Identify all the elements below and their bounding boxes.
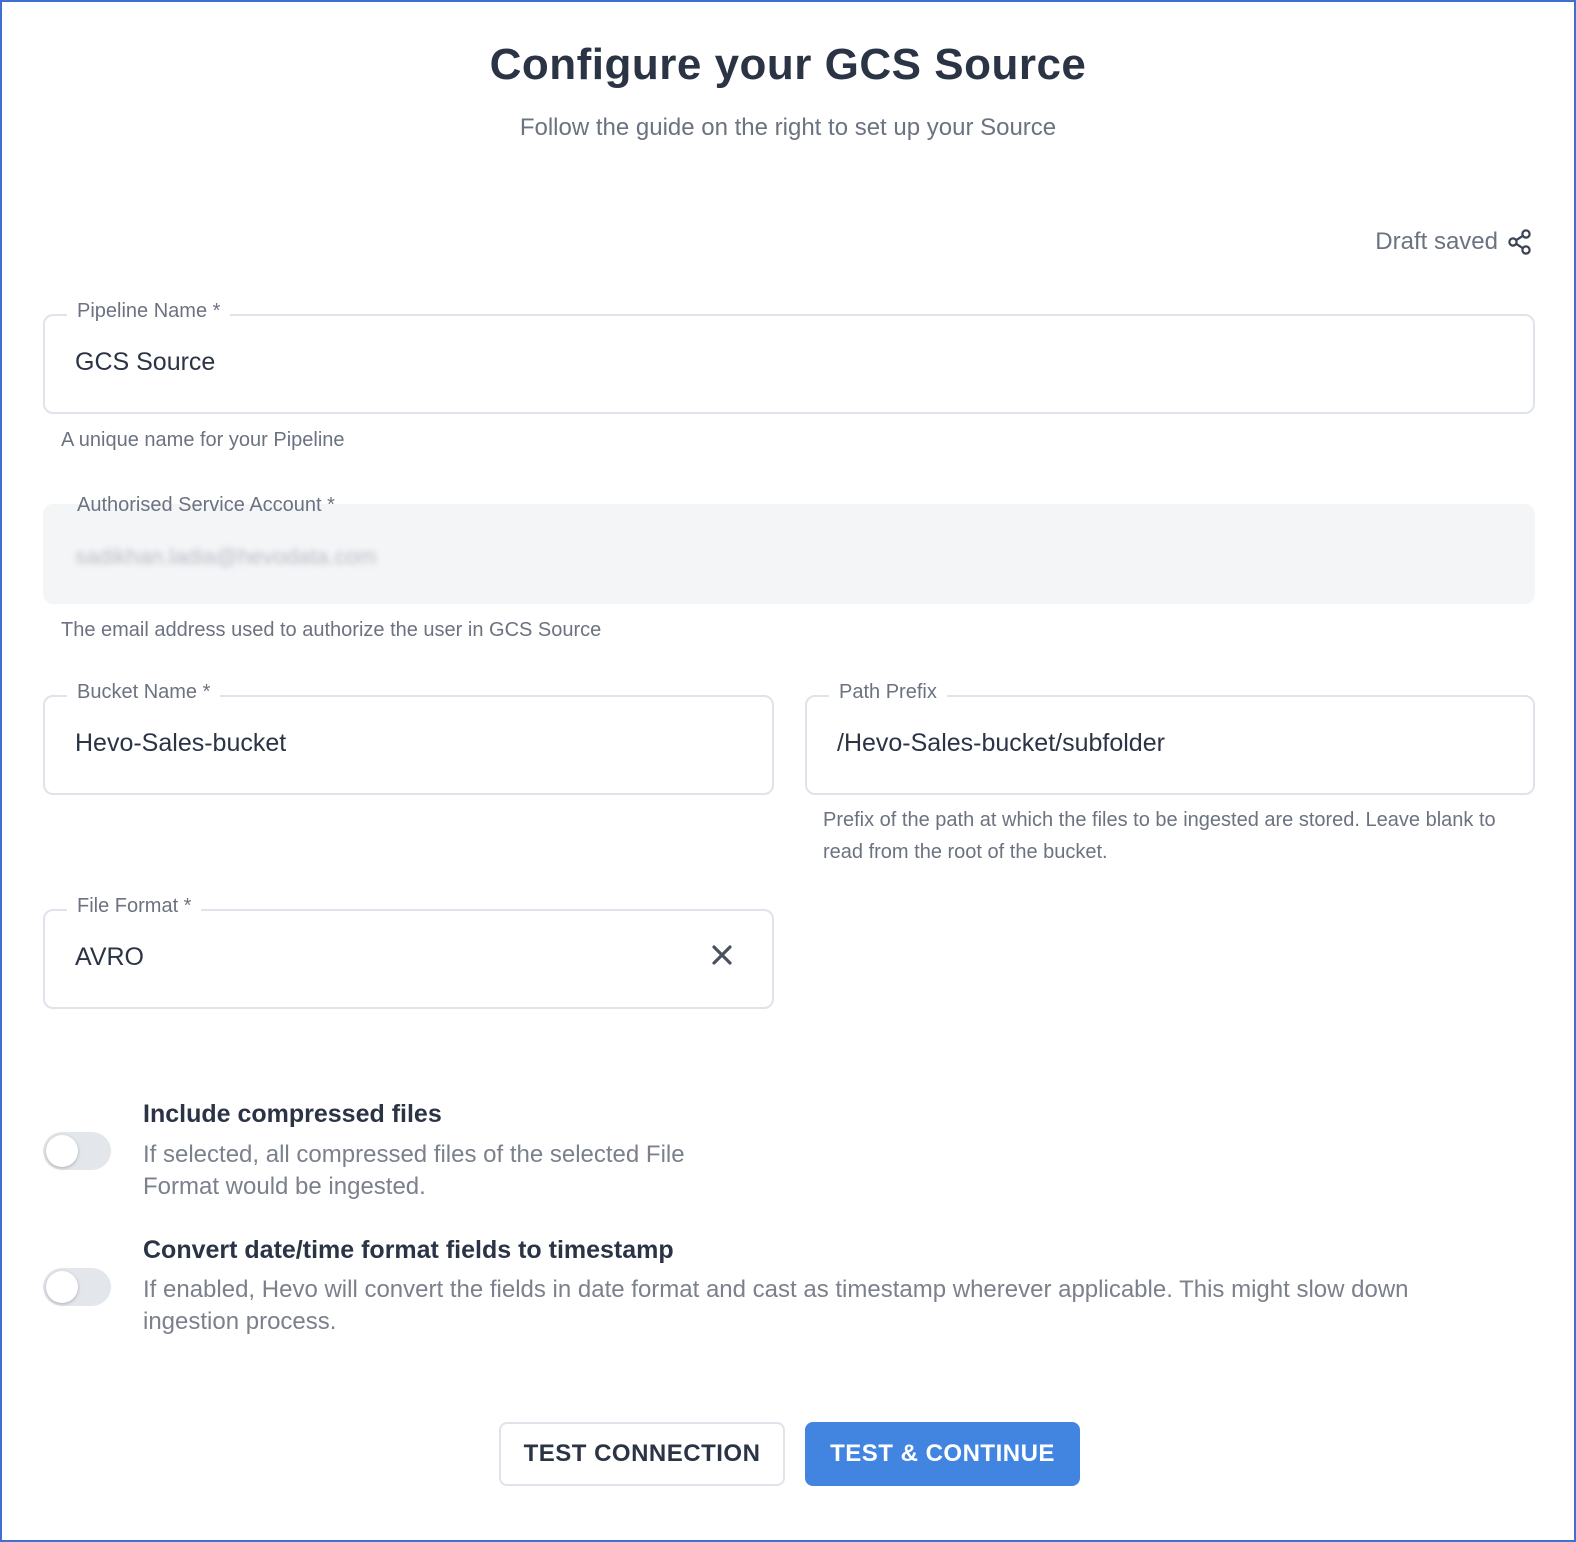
timestamp-title: Convert date/time format fields to times… (143, 1236, 674, 1264)
pipeline-name-input[interactable]: GCS Source (75, 348, 215, 377)
timestamp-toggle[interactable] (43, 1268, 111, 1306)
file-format-select[interactable]: File Format * AVRO (43, 895, 774, 1009)
config-panel: Configure your GCS Source Follow the gui… (0, 0, 1576, 1542)
path-prefix-hint: Prefix of the path at which the files to… (823, 809, 1496, 863)
compressed-files-toggle[interactable] (43, 1132, 111, 1170)
close-icon[interactable] (708, 941, 736, 969)
path-prefix-field[interactable]: Path Prefix /Hevo-Sales-bucket/subfolder (805, 681, 1535, 795)
toggle-knob (46, 1271, 78, 1303)
file-format-label: File Format * (67, 895, 202, 918)
bucket-name-label: Bucket Name * (67, 681, 221, 704)
bucket-name-field[interactable]: Bucket Name * Hevo-Sales-bucket (43, 681, 774, 795)
draft-saved-label: Draft saved (1375, 228, 1498, 255)
path-prefix-label: Path Prefix (829, 681, 947, 704)
bucket-name-input[interactable]: Hevo-Sales-bucket (75, 729, 286, 758)
path-prefix-input[interactable]: /Hevo-Sales-bucket/subfolder (837, 729, 1165, 758)
timestamp-description: If enabled, Hevo will convert the fields… (143, 1276, 1409, 1335)
test-continue-button[interactable]: TEST & CONTINUE (805, 1422, 1080, 1486)
pipeline-name-field[interactable]: Pipeline Name * GCS Source (43, 300, 1535, 414)
page-subtitle: Follow the guide on the right to set up … (519, 114, 1057, 141)
share-icon[interactable] (1506, 228, 1534, 256)
page-title: Configure your GCS Source (489, 40, 1087, 89)
pipeline-name-label: Pipeline Name * (67, 300, 231, 323)
pipeline-name-hint: A unique name for your Pipeline (61, 429, 345, 451)
service-account-value: sadikhan.ladia@hevodata.com (75, 544, 377, 569)
compressed-files-title: Include compressed files (143, 1100, 442, 1128)
test-connection-button[interactable]: TEST CONNECTION (499, 1422, 785, 1486)
service-account-hint: The email address used to authorize the … (61, 619, 602, 641)
draft-status: Draft saved (1375, 228, 1534, 256)
compressed-files-description: If selected, all compressed files of the… (143, 1141, 685, 1200)
file-format-value: AVRO (75, 943, 144, 971)
service-account-label: Authorised Service Account * (77, 494, 335, 516)
toggle-knob (46, 1135, 78, 1167)
service-account-field: Authorised Service Account * sadikhan.la… (43, 494, 1535, 604)
